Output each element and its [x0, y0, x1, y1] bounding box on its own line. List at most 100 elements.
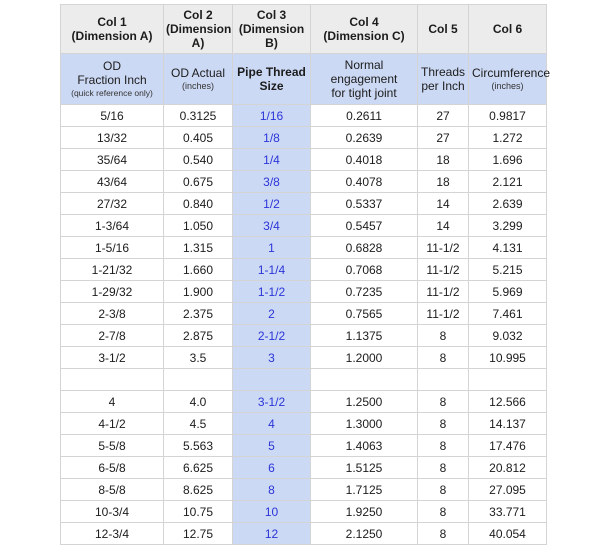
cell-od-fraction: 2-7/8: [60, 324, 164, 347]
table-row: 2-7/8 2.875 2-1/2 1.1375 8 9.032: [60, 324, 547, 347]
cell-threads-per-inch: 8: [417, 324, 469, 347]
cell-od-fraction: 43/64: [60, 170, 164, 193]
table-row: 1-3/64 1.050 3/4 0.5457 14 3.299: [60, 214, 547, 237]
cell-circumference: 0.9817: [468, 104, 547, 127]
cell-pipe-thread-size: 3-1/2: [232, 390, 311, 413]
cell-od-fraction: 1-21/32: [60, 258, 164, 281]
header-col-4-line1: Col 4: [349, 15, 379, 29]
cell-circumference: 14.137: [468, 412, 547, 435]
spacer-cell: [310, 368, 418, 391]
table-row: 1-5/16 1.315 1 0.6828 11-1/2 4.131: [60, 236, 547, 259]
cell-od-actual: 10.75: [163, 500, 233, 523]
cell-threads-per-inch: 14: [417, 214, 469, 237]
cell-pipe-thread-size: 1-1/2: [232, 280, 311, 303]
cell-threads-per-inch: 8: [417, 390, 469, 413]
cell-od-actual: 4.0: [163, 390, 233, 413]
subheader-od-fraction-inch: OD Fraction Inch (quick reference only): [60, 53, 164, 105]
cell-normal-engagement: 0.4078: [310, 170, 418, 193]
table-row: 1-29/32 1.900 1-1/2 0.7235 11-1/2 5.969: [60, 280, 547, 303]
cell-threads-per-inch: 8: [417, 478, 469, 501]
subheader-normal-engagement-line2: for tight joint: [331, 86, 397, 100]
cell-od-fraction: 3-1/2: [60, 346, 164, 369]
table-row: 5/16 0.3125 1/16 0.2611 27 0.9817: [60, 104, 547, 127]
table-row: 1-21/32 1.660 1-1/4 0.7068 11-1/2 5.215: [60, 258, 547, 281]
cell-circumference: 1.696: [468, 148, 547, 171]
subheader-pipe-thread-size: Pipe Thread Size: [232, 53, 311, 105]
table-row: 13/32 0.405 1/8 0.2639 27 1.272: [60, 126, 547, 149]
header-col-5: Col 5: [417, 4, 469, 54]
table-row: 43/64 0.675 3/8 0.4078 18 2.121: [60, 170, 547, 193]
header-col-6: Col 6: [468, 4, 547, 54]
cell-pipe-thread-size: 10: [232, 500, 311, 523]
cell-circumference: 20.812: [468, 456, 547, 479]
cell-circumference: 4.131: [468, 236, 547, 259]
cell-threads-per-inch: 8: [417, 412, 469, 435]
subheader-circumference-line1: Circumference: [472, 66, 551, 80]
table-row: 4-1/2 4.5 4 1.3000 8 14.137: [60, 412, 547, 435]
cell-od-fraction: 12-3/4: [60, 522, 164, 545]
cell-pipe-thread-size: 1/8: [232, 126, 311, 149]
cell-normal-engagement: 0.6828: [310, 236, 418, 259]
cell-od-actual: 8.625: [163, 478, 233, 501]
header-col-4-line2: (Dimension C): [323, 29, 405, 43]
cell-circumference: 1.272: [468, 126, 547, 149]
cell-od-actual: 0.3125: [163, 104, 233, 127]
cell-od-fraction: 10-3/4: [60, 500, 164, 523]
subheader-circumference-note: (inches): [491, 81, 524, 91]
table-row: 27/32 0.840 1/2 0.5337 14 2.639: [60, 192, 547, 215]
cell-od-actual: 1.050: [163, 214, 233, 237]
subheader-od-actual-note: (inches): [181, 81, 214, 91]
cell-od-fraction: 4-1/2: [60, 412, 164, 435]
cell-od-fraction: 27/32: [60, 192, 164, 215]
cell-pipe-thread-size: 3/8: [232, 170, 311, 193]
cell-pipe-thread-size: 6: [232, 456, 311, 479]
cell-od-actual: 1.900: [163, 280, 233, 303]
table-body: 5/16 0.3125 1/16 0.2611 27 0.9817 13/32 0.405 1/…: [60, 104, 547, 545]
cell-pipe-thread-size: 1/4: [232, 148, 311, 171]
cell-normal-engagement: 0.5337: [310, 192, 418, 215]
header-col-1-line2: (Dimension A): [71, 29, 153, 43]
header-col-3-line2: (Dimension B): [238, 22, 305, 50]
cell-normal-engagement: 1.1375: [310, 324, 418, 347]
cell-circumference: 33.771: [468, 500, 547, 523]
cell-od-fraction: 13/32: [60, 126, 164, 149]
header-col-4: Col 4 (Dimension C): [310, 4, 418, 54]
cell-circumference: 7.461: [468, 302, 547, 325]
cell-threads-per-inch: 14: [417, 192, 469, 215]
table-row: 10-3/4 10.75 10 1.9250 8 33.771: [60, 500, 547, 523]
cell-threads-per-inch: 8: [417, 346, 469, 369]
cell-normal-engagement: 0.2611: [310, 104, 418, 127]
subheader-od-actual: OD Actual (inches): [163, 53, 233, 105]
table-row: 5-5/8 5.563 5 1.4063 8 17.476: [60, 434, 547, 457]
spacer-cell: [232, 368, 311, 391]
cell-circumference: 17.476: [468, 434, 547, 457]
cell-od-actual: 2.375: [163, 302, 233, 325]
subheader-od-fraction-line1: OD: [103, 59, 121, 73]
subheader-normal-engagement-line1: Normal engagement: [330, 58, 398, 86]
cell-normal-engagement: 0.7565: [310, 302, 418, 325]
header-row-column-numbers: Col 1 (Dimension A) Col 2 (Dimension A) …: [60, 4, 547, 54]
cell-normal-engagement: 2.1250: [310, 522, 418, 545]
cell-od-actual: 3.5: [163, 346, 233, 369]
cell-pipe-thread-size: 1/2: [232, 192, 311, 215]
subheader-od-fraction-note: (quick reference only): [71, 88, 153, 98]
subheader-pipe-thread-line2: Size: [259, 79, 284, 93]
spacer-cell: [417, 368, 469, 391]
subheader-normal-engagement: Normal engagement for tight joint: [310, 53, 418, 105]
cell-normal-engagement: 0.7235: [310, 280, 418, 303]
cell-normal-engagement: 1.9250: [310, 500, 418, 523]
cell-threads-per-inch: 8: [417, 434, 469, 457]
cell-od-fraction: 2-3/8: [60, 302, 164, 325]
table-row: 2-3/8 2.375 2 0.7565 11-1/2 7.461: [60, 302, 547, 325]
cell-threads-per-inch: 11-1/2: [417, 280, 469, 303]
cell-od-fraction: 1-5/16: [60, 236, 164, 259]
cell-circumference: 2.121: [468, 170, 547, 193]
cell-normal-engagement: 0.2639: [310, 126, 418, 149]
cell-threads-per-inch: 8: [417, 522, 469, 545]
cell-od-fraction: 4: [60, 390, 164, 413]
cell-od-fraction: 6-5/8: [60, 456, 164, 479]
cell-threads-per-inch: 27: [417, 104, 469, 127]
cell-od-fraction: 5-5/8: [60, 434, 164, 457]
subheader-circumference: Circumference (inches): [468, 53, 551, 105]
cell-od-actual: 0.840: [163, 192, 233, 215]
